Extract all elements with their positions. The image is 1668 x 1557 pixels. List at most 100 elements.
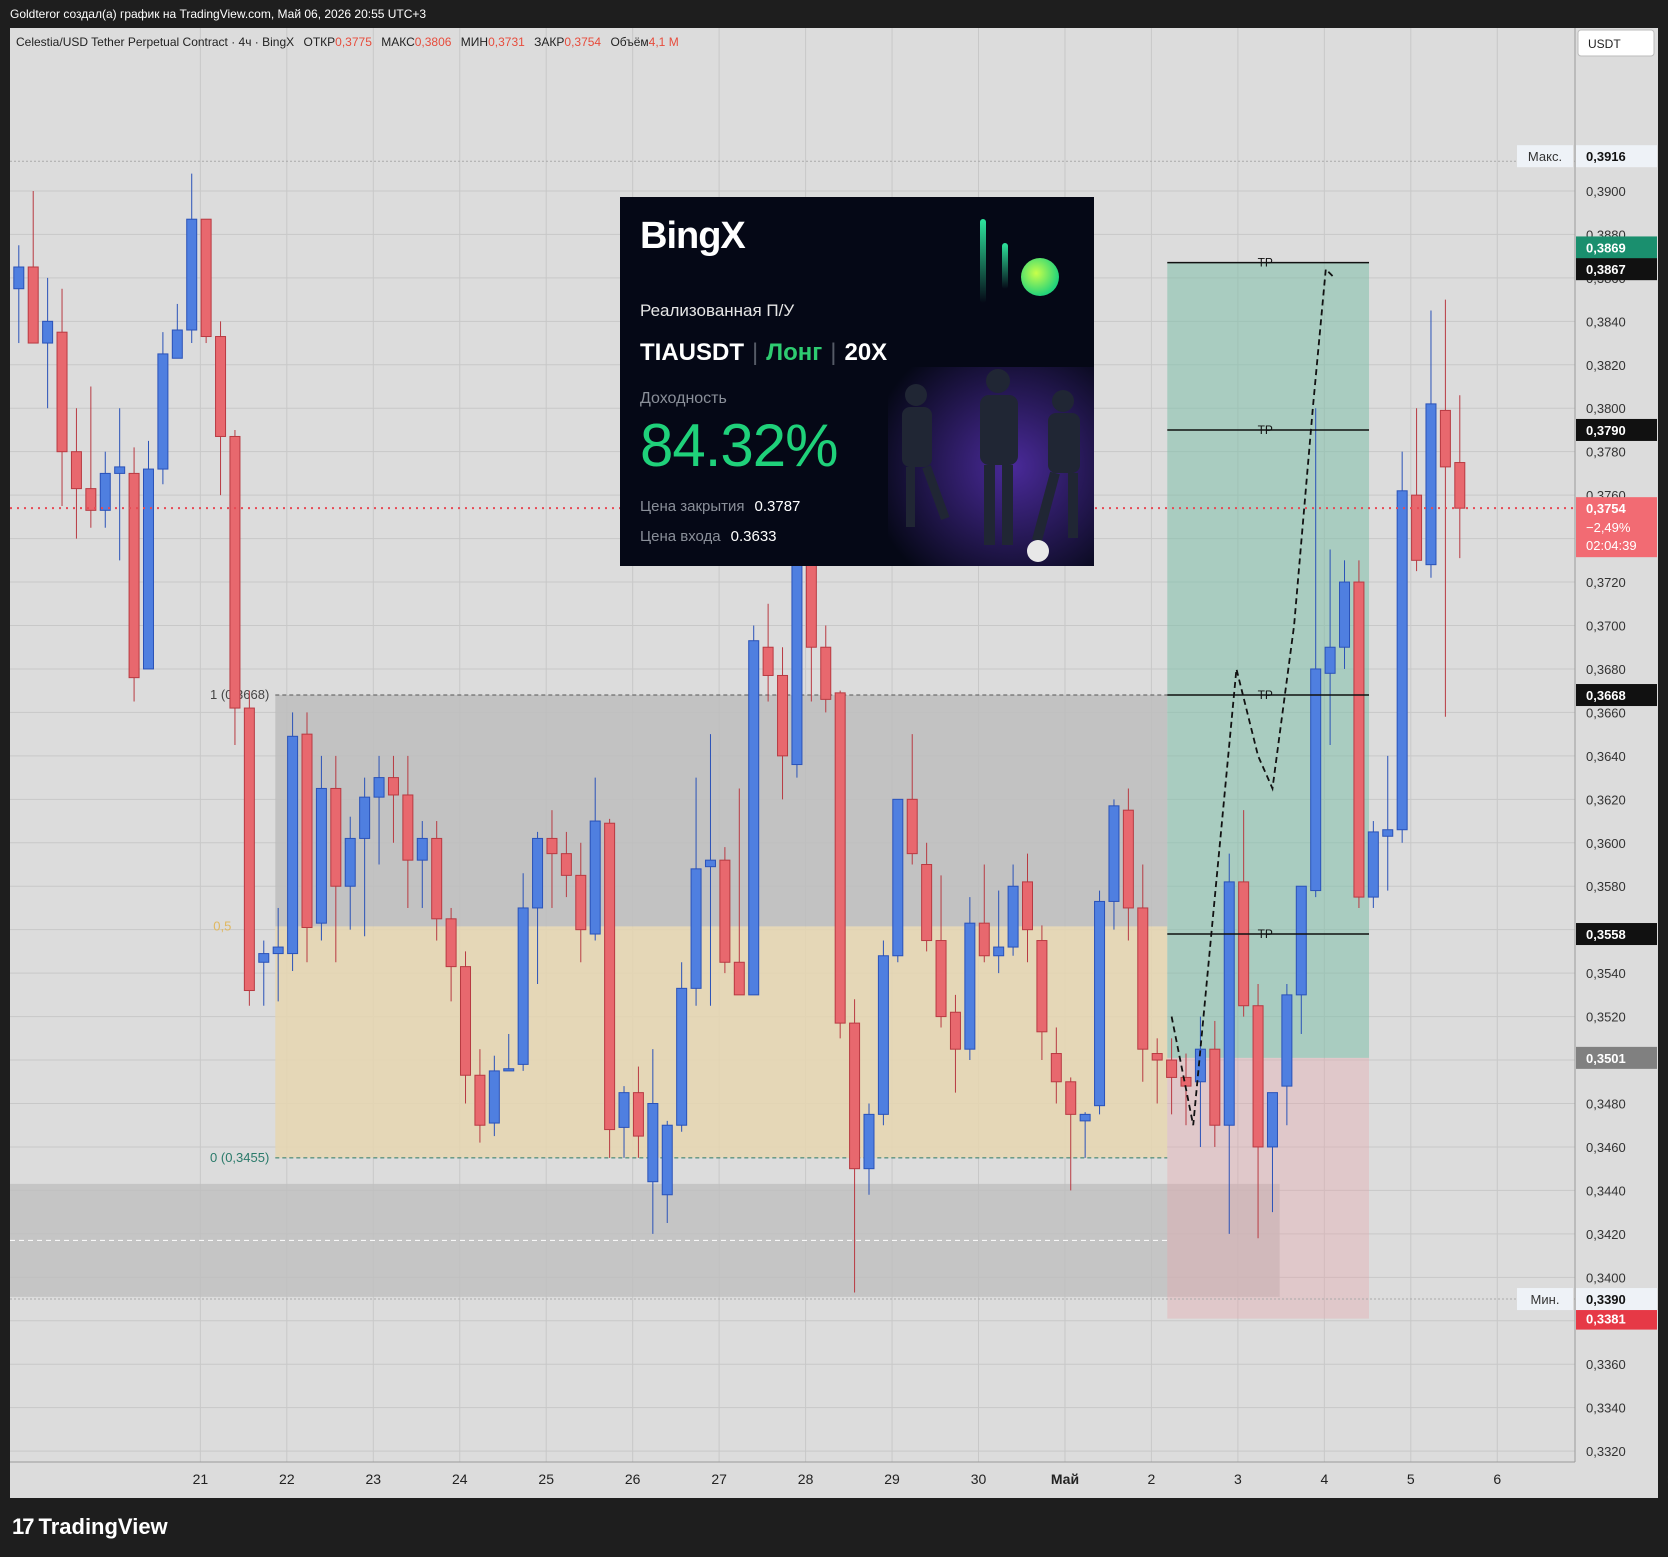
price-tick-label: 0,3780: [1586, 445, 1626, 460]
legend-volume-label: Объём: [610, 35, 648, 49]
time-tick-label: 21: [193, 1471, 209, 1487]
candle-body: [618, 1092, 630, 1128]
candle-down[interactable]: [1353, 560, 1365, 908]
tag-tp-top[interactable]: 0,3867: [1576, 258, 1657, 281]
candle-body: [474, 1074, 486, 1126]
candle-body: [27, 266, 39, 344]
legend-close-label: ЗАКР: [534, 35, 564, 49]
candle-body: [359, 796, 371, 839]
time-axis-background: [10, 1462, 1575, 1498]
candle-up[interactable]: [157, 332, 169, 485]
tag-tp-top-green[interactable]: 0,3869: [1576, 236, 1657, 259]
candle-body: [1022, 881, 1033, 931]
candle-up[interactable]: [1396, 451, 1408, 843]
tp-label-1: TP: [1258, 256, 1273, 270]
price-tick-label: 0,3660: [1586, 705, 1626, 720]
candle-body: [272, 946, 284, 955]
candle-body: [676, 987, 688, 1126]
candle-body: [921, 864, 933, 942]
time-axis[interactable]: 21222324252627282930Май2345678: [10, 1461, 1668, 1498]
price-tick-label: 0,3900: [1586, 184, 1626, 199]
candle-body: [1411, 494, 1423, 561]
candle-body: [604, 822, 616, 1131]
tag-current-value: 0,3754: [1586, 501, 1627, 516]
candle-body: [1122, 809, 1134, 909]
candle-body: [287, 735, 299, 955]
candle-body: [546, 837, 558, 855]
candle-down[interactable]: [834, 690, 846, 1039]
axis-currency-button[interactable]: USDT: [1577, 29, 1655, 57]
bingx-close-label: Цена закрытия: [640, 498, 745, 515]
candle-up[interactable]: [142, 440, 154, 670]
candle-body: [1281, 994, 1293, 1087]
tradingview-logo[interactable]: 17 TradingView: [12, 1514, 168, 1540]
candle-body: [949, 1011, 961, 1050]
time-tick-label: 2: [1148, 1471, 1156, 1487]
candle-body: [560, 853, 572, 876]
candle-up[interactable]: [1367, 821, 1379, 908]
candle-body: [748, 640, 760, 996]
candle-body: [1166, 1059, 1178, 1078]
candle-body: [215, 336, 227, 437]
candle-body: [719, 859, 731, 963]
candle-body: [863, 1113, 875, 1170]
candle-down[interactable]: [128, 447, 140, 702]
tag-tp4[interactable]: 0,3558: [1576, 923, 1657, 946]
candle-body: [70, 451, 82, 490]
tag-tp4-text: 0,3558: [1586, 927, 1626, 942]
candle-body: [171, 329, 183, 359]
bingx-deco-icon: [980, 219, 1059, 303]
tag-max[interactable]: 0,3916: [1576, 145, 1657, 168]
candle-body: [1382, 829, 1394, 837]
tradingview-mark-icon: 17: [12, 1514, 35, 1539]
candle-body: [1065, 1081, 1077, 1115]
candle-body: [200, 218, 212, 338]
price-tick-label: 0,3440: [1586, 1183, 1626, 1198]
candle-down[interactable]: [604, 818, 616, 1158]
candle-up[interactable]: [1094, 890, 1106, 1115]
players-image: [888, 367, 1094, 566]
candle-body: [330, 787, 342, 887]
axis-corner: [1575, 1462, 1658, 1498]
candle-body: [1108, 805, 1120, 902]
time-tick-label: 30: [971, 1471, 987, 1487]
legend: Celestia/USD Tether Perpetual Contract ·…: [16, 35, 679, 49]
tag-entry-text: 0,3501: [1586, 1051, 1626, 1066]
candle-body: [964, 922, 976, 1050]
candle-body: [661, 1124, 673, 1196]
tag-min[interactable]: 0,3390: [1576, 1288, 1657, 1311]
tag-stop[interactable]: 0,3381: [1576, 1307, 1657, 1330]
candle-body: [1079, 1113, 1091, 1122]
candle-body: [416, 837, 428, 861]
candle-down[interactable]: [243, 690, 255, 1006]
tag-tp2[interactable]: 0,3790: [1576, 418, 1657, 441]
candle-body: [128, 472, 140, 679]
candle-body: [114, 466, 126, 474]
tag-tp3-text: 0,3668: [1586, 688, 1626, 703]
time-tick-label: Май: [1051, 1471, 1079, 1487]
candle-body: [1180, 1076, 1192, 1087]
tradingview-brand: TradingView: [38, 1514, 168, 1539]
candle-body: [1454, 462, 1466, 509]
tag-entry[interactable]: 0,3501: [1576, 1046, 1657, 1069]
candle-up[interactable]: [892, 798, 904, 963]
candle-body: [1339, 581, 1351, 648]
candle-up[interactable]: [287, 712, 299, 971]
candle-body: [647, 1103, 659, 1183]
tag-current-price[interactable]: 0,3754 −2,49% 02:04:39: [1576, 497, 1657, 558]
bingx-logo: BingX: [640, 215, 746, 257]
candle-up[interactable]: [877, 940, 889, 1126]
tag-tp3[interactable]: 0,3668: [1576, 684, 1657, 707]
candle-body: [993, 946, 1005, 957]
candle-body: [1367, 831, 1379, 898]
candle-down[interactable]: [719, 847, 731, 974]
candle-down[interactable]: [200, 218, 212, 344]
marker-max-label-text: Макс.: [1528, 149, 1562, 164]
candle-body: [1223, 881, 1235, 1126]
candle-down[interactable]: [229, 429, 241, 745]
candle-body: [301, 733, 313, 929]
candle-up[interactable]: [748, 625, 760, 996]
candle-down[interactable]: [301, 712, 313, 963]
candle-body: [1353, 581, 1365, 898]
bingx-entry-value: 0.3633: [730, 528, 777, 545]
